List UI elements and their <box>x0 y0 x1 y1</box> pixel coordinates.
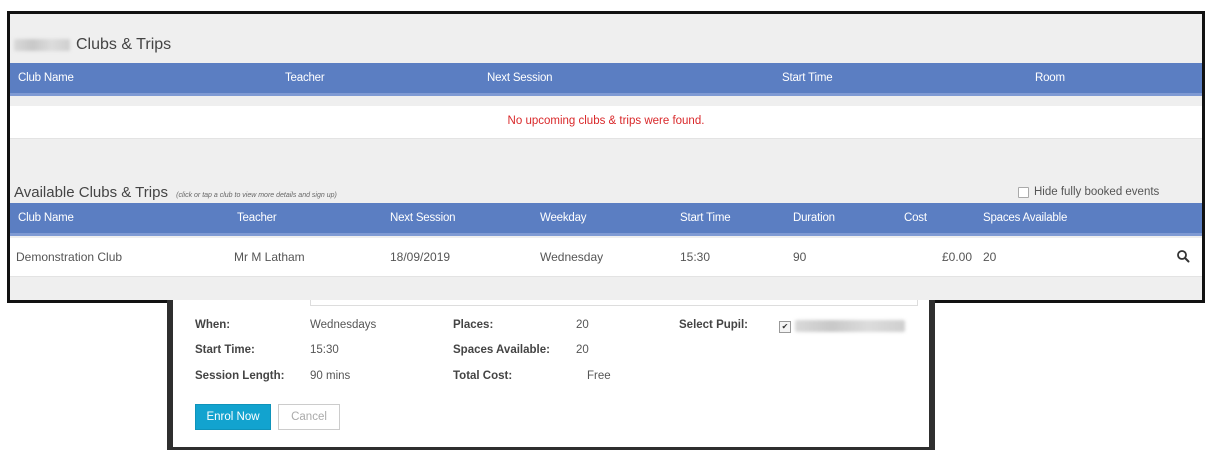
available-table-header: Club Name Teacher Next Session Weekday S… <box>10 203 1202 236</box>
total-cost-label: Total Cost: <box>453 370 513 382</box>
section-title: Clubs & Trips <box>14 36 171 54</box>
places-value: 20 <box>576 319 589 331</box>
total-cost-value: Free <box>587 370 611 382</box>
when-value: Wednesdays <box>310 319 377 331</box>
select-pupil-label: Select Pupil: <box>679 319 749 331</box>
redacted-pupil-name <box>795 320 905 332</box>
search-icon[interactable] <box>1176 249 1190 263</box>
hide-booked-toggle[interactable]: Hide fully booked events <box>1018 186 1159 198</box>
cancel-button[interactable]: Cancel <box>278 404 340 430</box>
enrol-modal: When: Wednesdays Start Time: 15:30 Sessi… <box>167 300 935 450</box>
col-spaces-available: Spaces Available <box>983 212 1068 224</box>
hide-booked-label: Hide fully booked events <box>1034 186 1160 198</box>
redacted-name <box>14 39 70 51</box>
col-weekday: Weekday <box>540 212 587 224</box>
empty-table-row: No upcoming clubs & trips were found. <box>10 106 1202 139</box>
pupil-checkbox[interactable]: ✔ <box>779 321 791 333</box>
col-teacher: Teacher <box>285 72 325 84</box>
spaces-available-label: Spaces Available: <box>453 344 550 356</box>
section-title-text: Clubs & Trips <box>76 36 172 53</box>
col-teacher: Teacher <box>237 212 277 224</box>
spaces-available-value: 20 <box>576 344 589 356</box>
clubs-panel: Clubs & Trips Club Name Teacher Next Ses… <box>7 11 1205 303</box>
cell-spaces: 20 <box>983 250 997 264</box>
col-next-session: Next Session <box>487 72 553 84</box>
cell-next-session: 18/09/2019 <box>390 250 451 264</box>
session-length-label: Session Length: <box>195 370 285 382</box>
available-title: Available Clubs & Trips (click or tap a … <box>14 184 337 201</box>
cell-teacher: Mr M Latham <box>234 250 305 264</box>
cell-cost: £0.00 <box>942 250 973 264</box>
session-length-value: 90 mins <box>310 370 351 382</box>
col-start-time: Start Time <box>680 212 731 224</box>
table-row[interactable]: Demonstration Club Mr M Latham 18/09/201… <box>10 238 1202 277</box>
upcoming-table-header: Club Name Teacher Next Session Start Tim… <box>10 63 1202 96</box>
description-field <box>310 300 918 306</box>
available-title-text: Available Clubs & Trips <box>14 184 168 201</box>
col-next-session: Next Session <box>390 212 456 224</box>
col-club-name: Club Name <box>18 72 74 84</box>
cell-start-time: 15:30 <box>680 250 711 264</box>
cell-weekday: Wednesday <box>540 250 604 264</box>
modal-body: When: Wednesdays Start Time: 15:30 Sessi… <box>173 300 929 447</box>
when-label: When: <box>195 319 231 331</box>
start-time-value: 15:30 <box>310 344 339 356</box>
col-cost: Cost <box>904 212 927 224</box>
empty-message: No upcoming clubs & trips were found. <box>507 115 705 127</box>
available-hint: (click or tap a club to view more detail… <box>176 192 337 199</box>
col-duration: Duration <box>793 212 835 224</box>
enrol-now-button[interactable]: Enrol Now <box>195 404 271 430</box>
col-start-time: Start Time <box>782 72 833 84</box>
places-label: Places: <box>453 319 494 331</box>
start-time-label: Start Time: <box>195 344 255 356</box>
cell-duration: 90 <box>793 250 807 264</box>
hide-booked-checkbox[interactable] <box>1018 186 1029 198</box>
cell-club-name: Demonstration Club <box>16 250 123 264</box>
col-club-name: Club Name <box>18 212 74 224</box>
col-room: Room <box>1035 72 1065 84</box>
